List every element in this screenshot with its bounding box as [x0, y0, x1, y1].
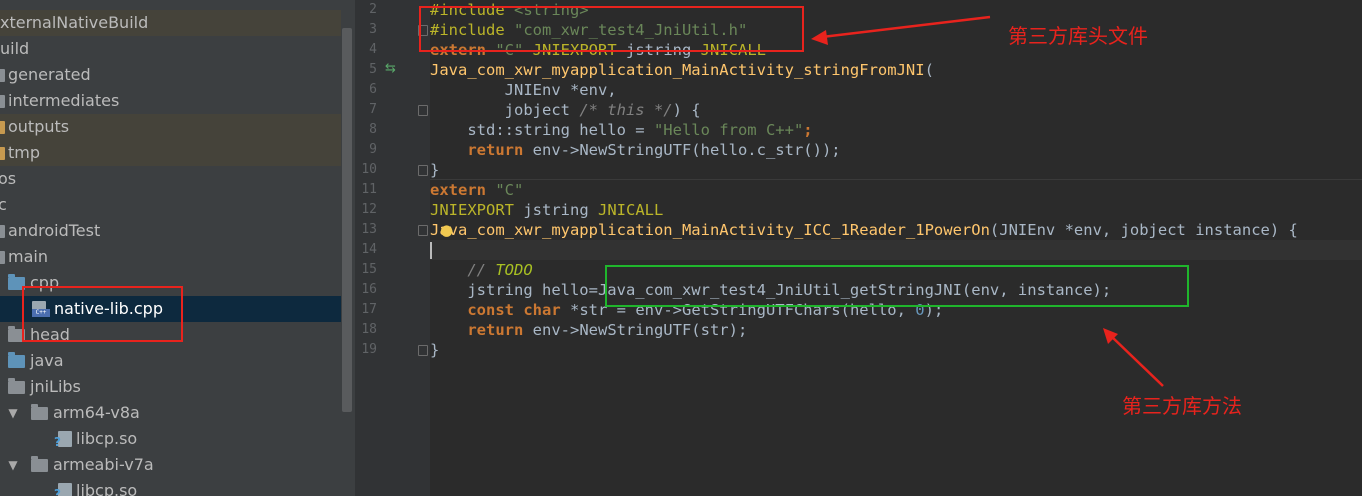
arrowhead-icon	[811, 30, 828, 45]
annotation-method-note: 第三方库方法	[1122, 394, 1242, 418]
arrow-to-header	[821, 15, 991, 39]
arrow-to-method	[1110, 335, 1164, 387]
annotation-header-note: 第三方库头文件	[1008, 24, 1148, 48]
annotation-arrows	[811, 15, 1164, 387]
